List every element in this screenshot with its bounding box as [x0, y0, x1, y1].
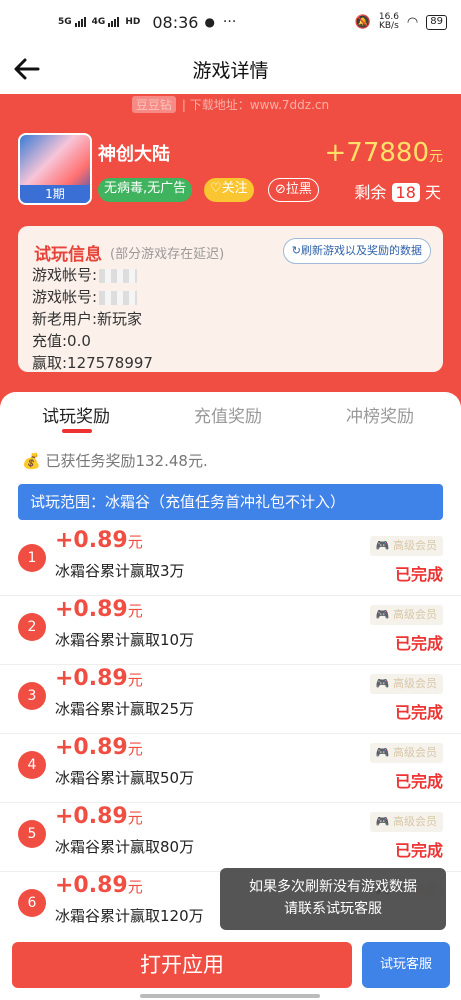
task-amount: +0.89元	[55, 804, 143, 829]
task-status: 已完成	[394, 565, 443, 584]
task-number: 5	[18, 820, 46, 848]
vip-badge: 🎮 高级会员	[369, 536, 443, 556]
safe-tag: 无病毒,无广告	[98, 178, 193, 202]
watermark: 豆豆钻 | 下载地址：www.7ddz.cn	[0, 96, 461, 113]
task-description: 冰霜谷累计赢取120万	[55, 907, 204, 925]
task-amount: +0.89元	[55, 735, 143, 760]
refresh-data-button[interactable]: ↻刷新游戏以及奖励的数据	[282, 238, 431, 264]
info-title: 试玩信息	[34, 245, 102, 265]
task-status: 已完成	[394, 634, 443, 653]
status-bar: 5G 4G HD 08:36 ● ··· 🔕 16.6 KB/s ◠ 89	[0, 0, 461, 44]
watermark-logo: 豆豆钻	[131, 96, 176, 113]
task-description: 冰霜谷累计赢取10万	[55, 631, 195, 649]
contact-tooltip: 如果多次刷新没有游戏数据 请联系试玩客服	[220, 868, 446, 938]
game-name: 神创大陆	[98, 144, 170, 165]
earned-reward: 💰 已获任务奖励132.48元.	[22, 452, 208, 470]
task-description: 冰霜谷累计赢取25万	[55, 700, 195, 718]
task-row: 2 +0.89元冰霜谷累计赢取10万 🎮 高级会员已完成	[0, 597, 461, 665]
signal-5g-icon: 5G	[58, 17, 86, 27]
vip-badge: 🎮 高级会员	[369, 743, 443, 763]
task-amount: +0.89元	[55, 597, 143, 622]
vip-badge: 🎮 高级会员	[369, 674, 443, 694]
vip-badge: 🎮 高级会员	[369, 605, 443, 625]
gamepad-icon: 🎮	[375, 539, 390, 552]
trial-scope-banner: 试玩范围：冰霜谷（充值任务首冲礼包不计入）	[18, 484, 443, 520]
task-number: 2	[18, 613, 46, 641]
info-note: (部分游戏存在延迟)	[110, 247, 225, 262]
remaining-days: 剩余 18 天	[354, 183, 441, 202]
user-type: 新老用户:新玩家	[32, 310, 143, 328]
trial-info-card: 试玩信息 (部分游戏存在延迟) ↻刷新游戏以及奖励的数据 游戏帐号: 游戏帐号:…	[18, 226, 443, 372]
gamepad-icon: 🎮	[375, 746, 390, 759]
signal-4g-icon: 4G	[92, 17, 120, 27]
game-account-2: 游戏帐号:	[32, 286, 138, 307]
status-time: 08:36	[152, 12, 199, 32]
episode-label: 1期	[20, 185, 90, 203]
wifi-icon: ◠	[406, 14, 419, 30]
top-nav: 游戏详情	[0, 44, 461, 94]
task-row: 1 +0.89元冰霜谷累计赢取3万 🎮 高级会员已完成	[0, 528, 461, 596]
game-detail-page: 5G 4G HD 08:36 ● ··· 🔕 16.6 KB/s ◠ 89 游戏…	[0, 0, 461, 1000]
game-account-1: 游戏帐号:	[32, 264, 138, 285]
task-status: 已完成	[394, 703, 443, 722]
task-row: 4 +0.89元冰霜谷累计赢取50万 🎮 高级会员已完成	[0, 735, 461, 803]
vip-badge: 🎮 高级会员	[369, 812, 443, 832]
customer-service-button[interactable]: 试玩客服	[362, 942, 450, 988]
game-icon[interactable]: 1期	[18, 133, 92, 205]
recharge-value: 充值:0.0	[32, 332, 91, 350]
money-bag-icon: 💰	[22, 452, 41, 470]
task-number: 3	[18, 682, 46, 710]
battery-icon: 89	[426, 14, 447, 30]
gamepad-icon: 🎮	[375, 608, 390, 621]
task-number: 6	[18, 889, 46, 917]
follow-button[interactable]: ♡关注	[204, 178, 254, 202]
gamepad-icon: 🎮	[375, 815, 390, 828]
task-amount: +0.89元	[55, 666, 143, 691]
task-row: 3 +0.89元冰霜谷累计赢取25万 🎮 高级会员已完成	[0, 666, 461, 734]
block-button[interactable]: ⊘拉黑	[268, 178, 319, 202]
task-row: 5 +0.89元冰霜谷累计赢取80万 🎮 高级会员已完成	[0, 804, 461, 872]
tab-rank-reward[interactable]: 冲榜奖励	[346, 402, 414, 427]
task-description: 冰霜谷累计赢取50万	[55, 769, 195, 787]
task-description: 冰霜谷累计赢取3万	[55, 562, 185, 580]
task-number: 4	[18, 751, 46, 779]
task-status: 已完成	[394, 841, 443, 860]
hd-icon: HD	[125, 17, 141, 27]
home-indicator[interactable]	[140, 994, 320, 998]
mute-icon: 🔕	[354, 14, 371, 30]
task-description: 冰霜谷累计赢取80万	[55, 838, 195, 856]
wechat-icon: ●	[204, 15, 215, 29]
task-amount: +0.89元	[55, 873, 143, 898]
network-speed: 16.6 KB/s	[378, 12, 399, 31]
task-number: 1	[18, 544, 46, 572]
tab-trial-reward[interactable]: 试玩奖励	[42, 402, 110, 427]
bottom-bar: 打开应用 试玩客服	[0, 930, 461, 1000]
page-title: 游戏详情	[192, 59, 269, 82]
gamepad-icon: 🎮	[375, 677, 390, 690]
task-amount: +0.89元	[55, 528, 143, 553]
reward-tabs: 试玩奖励 充值奖励 冲榜奖励	[0, 392, 461, 442]
tab-recharge-reward[interactable]: 充值奖励	[194, 402, 262, 427]
open-app-button[interactable]: 打开应用	[12, 942, 352, 988]
active-tab-indicator	[62, 429, 92, 433]
task-status: 已完成	[394, 772, 443, 791]
more-icon: ···	[222, 14, 237, 30]
back-arrow-icon[interactable]	[12, 54, 42, 84]
total-reward: +77880元	[324, 138, 444, 168]
win-value: 赢取:127578997	[32, 354, 153, 372]
